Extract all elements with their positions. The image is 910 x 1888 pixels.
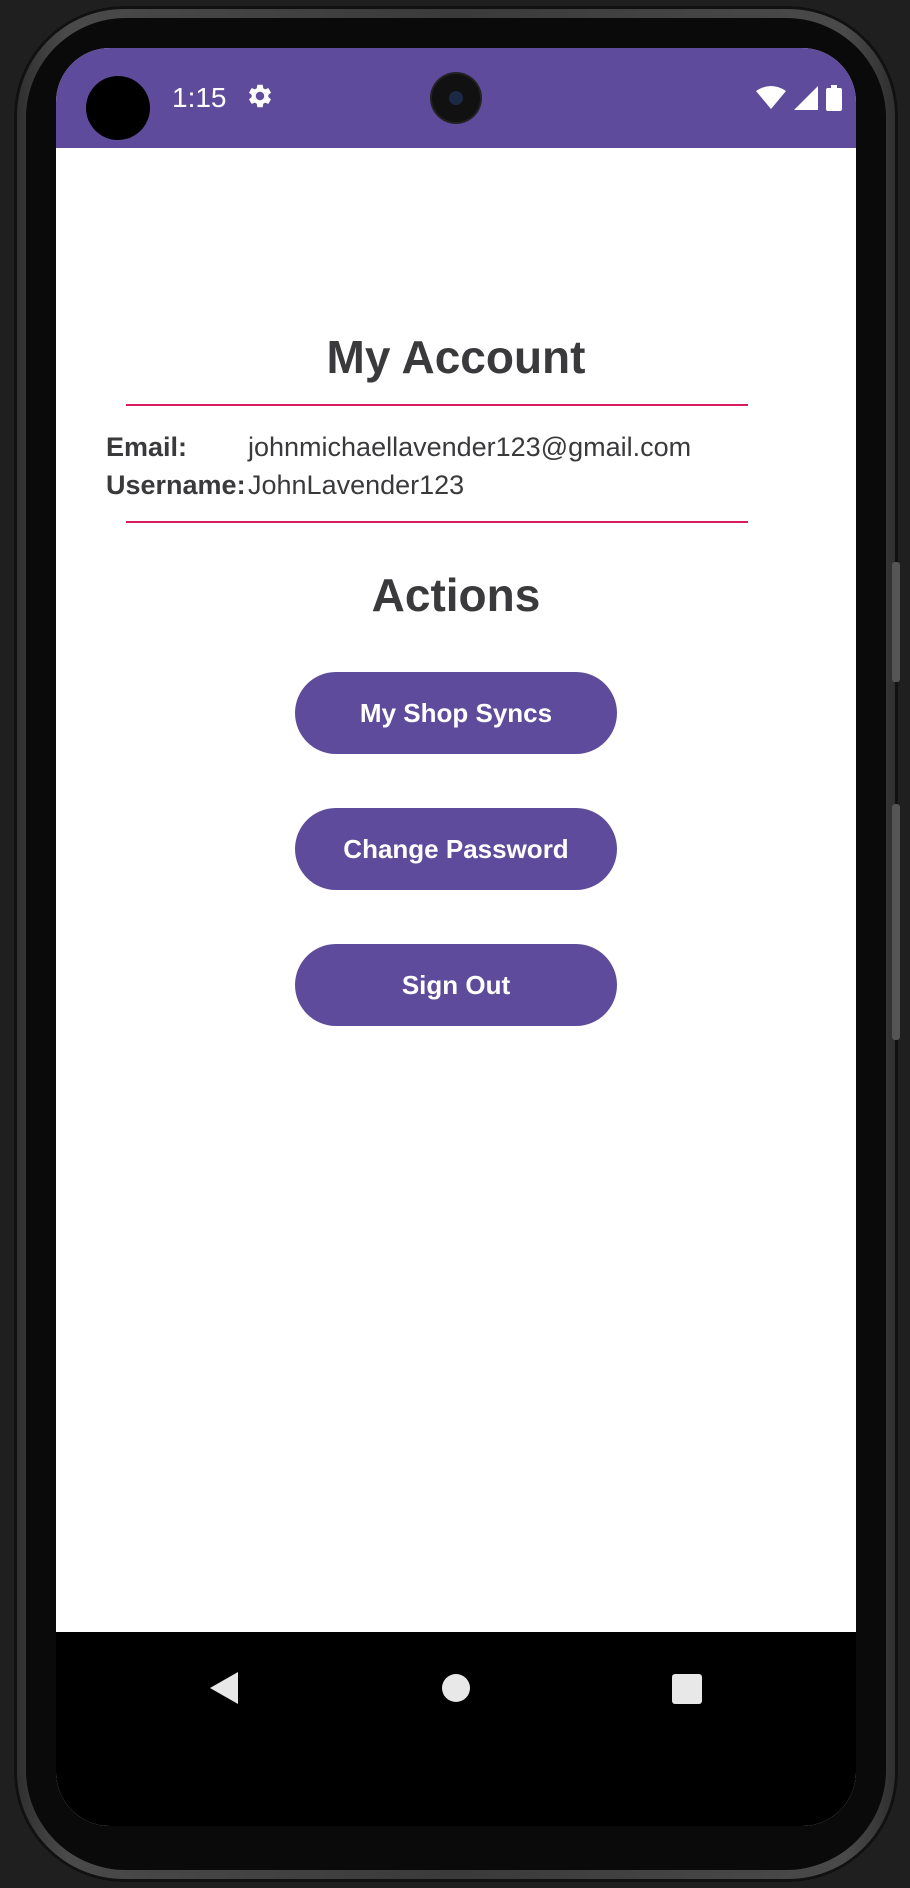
status-bar: 1:15 <box>56 48 856 148</box>
email-row: Email: johnmichaellavender123@gmail.com <box>106 432 691 463</box>
bottom-divider <box>126 521 748 523</box>
settings-gear-icon <box>249 84 271 108</box>
username-row: Username:JohnLavender123 <box>106 470 464 501</box>
my-shop-syncs-button[interactable]: My Shop Syncs <box>295 672 617 754</box>
change-password-button[interactable]: Change Password <box>295 808 617 890</box>
wifi-icon <box>756 86 786 109</box>
email-label: Email: <box>106 432 188 462</box>
sign-out-button[interactable]: Sign Out <box>295 944 617 1026</box>
navigation-bar <box>56 1632 856 1826</box>
power-button <box>892 804 900 1040</box>
phone-screen: 1:15 My Account Email: johnmichaellavende… <box>56 48 856 1826</box>
signal-icon <box>794 86 818 110</box>
home-icon[interactable] <box>442 1674 470 1702</box>
screen-cutout <box>86 76 150 140</box>
status-icons <box>756 84 842 112</box>
volume-button <box>892 562 900 682</box>
battery-icon <box>826 85 842 111</box>
actions-heading: Actions <box>371 569 541 621</box>
account-screen: My Account Email: johnmichaellavender123@… <box>56 148 856 1632</box>
my-account-heading: My Account <box>326 331 586 383</box>
username-label: Username: <box>106 470 246 500</box>
status-time: 1:15 <box>172 82 227 113</box>
username-value: JohnLavender123 <box>248 470 465 500</box>
email-value: johnmichaellavender123@gmail.com <box>248 432 692 462</box>
recents-icon[interactable] <box>672 1674 702 1704</box>
top-divider <box>126 404 748 406</box>
front-camera <box>432 74 480 122</box>
back-icon[interactable] <box>210 1672 238 1704</box>
